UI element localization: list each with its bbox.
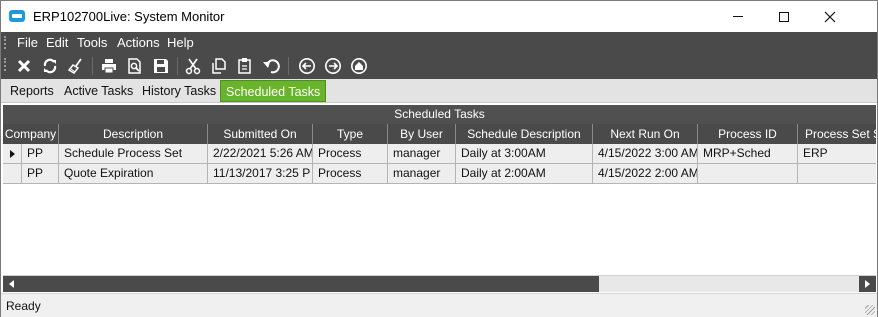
cell-company[interactable]: PP bbox=[22, 144, 59, 164]
clear-icon bbox=[67, 58, 82, 74]
scroll-left-button[interactable] bbox=[3, 276, 20, 292]
close-button[interactable] bbox=[807, 1, 853, 32]
column-header-company[interactable]: Company bbox=[3, 124, 59, 144]
toolbar-separator bbox=[288, 57, 289, 75]
save-icon bbox=[154, 59, 168, 73]
refresh-button[interactable] bbox=[38, 55, 62, 77]
cell-submitted-on[interactable]: 2/22/2021 5:26 AM bbox=[208, 144, 313, 164]
app-icon bbox=[9, 10, 25, 22]
table-row[interactable]: PP Schedule Process Set 2/22/2021 5:26 A… bbox=[3, 144, 876, 164]
title-bar: ERP102700Live: System Monitor bbox=[1, 1, 877, 32]
menu-tools[interactable]: Tools bbox=[77, 35, 107, 50]
menu-help[interactable]: Help bbox=[167, 35, 194, 50]
grid-title: Scheduled Tasks bbox=[3, 105, 876, 124]
menu-bar: File Edit Tools Actions Help bbox=[1, 32, 877, 53]
print-icon bbox=[102, 59, 116, 74]
home-button[interactable] bbox=[347, 55, 371, 77]
maximize-button[interactable] bbox=[761, 1, 807, 32]
cell-company[interactable]: PP bbox=[22, 164, 59, 184]
print-preview-button[interactable] bbox=[123, 55, 147, 77]
cell-next-run-on[interactable]: 4/15/2022 2:00 AM bbox=[593, 164, 698, 184]
scroll-right-button[interactable] bbox=[859, 276, 876, 292]
delete-icon bbox=[17, 59, 31, 73]
forward-button[interactable] bbox=[321, 55, 345, 77]
cell-process-id[interactable]: MRP+Sched bbox=[698, 144, 798, 164]
home-icon bbox=[351, 58, 367, 74]
toolbar-separator bbox=[92, 57, 93, 75]
cell-schedule-description[interactable]: Daily at 2:00AM bbox=[456, 164, 593, 184]
print-button[interactable] bbox=[97, 55, 121, 77]
undo-button[interactable] bbox=[259, 55, 283, 77]
status-bar: Ready bbox=[1, 293, 877, 317]
horizontal-scrollbar[interactable] bbox=[3, 275, 876, 292]
scheduled-tasks-grid: Company Description Submitted On Type By… bbox=[3, 124, 876, 274]
minimize-icon bbox=[733, 16, 743, 17]
cell-process-set[interactable] bbox=[798, 164, 876, 184]
paste-button[interactable] bbox=[233, 55, 257, 77]
cell-schedule-description[interactable]: Daily at 3:00AM bbox=[456, 144, 593, 164]
scrollbar-thumb[interactable] bbox=[20, 276, 599, 292]
tab-history-tasks[interactable]: History Tasks bbox=[142, 84, 216, 98]
column-header-schedule-description[interactable]: Schedule Description bbox=[456, 124, 593, 144]
status-text: Ready bbox=[6, 299, 41, 313]
column-header-process-set[interactable]: Process Set S bbox=[798, 124, 876, 144]
minimize-button[interactable] bbox=[715, 1, 761, 32]
cell-type[interactable]: Process bbox=[313, 144, 388, 164]
column-header-submitted-on[interactable]: Submitted On bbox=[208, 124, 313, 144]
cut-icon bbox=[185, 58, 201, 75]
copy-button[interactable] bbox=[207, 55, 231, 77]
window-title: ERP102700Live: System Monitor bbox=[33, 9, 225, 24]
menu-actions[interactable]: Actions bbox=[117, 35, 160, 50]
resize-grip[interactable] bbox=[865, 305, 875, 315]
column-header-process-id[interactable]: Process ID bbox=[698, 124, 798, 144]
cut-button[interactable] bbox=[181, 55, 205, 77]
cell-process-id[interactable] bbox=[698, 164, 798, 184]
row-selector[interactable] bbox=[3, 164, 22, 184]
tab-reports[interactable]: Reports bbox=[10, 84, 54, 98]
back-button[interactable] bbox=[295, 55, 319, 77]
refresh-icon bbox=[43, 58, 57, 74]
copy-icon bbox=[212, 58, 226, 74]
table-row[interactable]: PP Quote Expiration 11/13/2017 3:25 P Pr… bbox=[3, 164, 876, 184]
toolbar-grip bbox=[4, 58, 6, 71]
menu-edit[interactable]: Edit bbox=[46, 35, 68, 50]
cell-next-run-on[interactable]: 4/15/2022 3:00 AM bbox=[593, 144, 698, 164]
maximize-icon bbox=[779, 11, 789, 22]
column-header-by-user[interactable]: By User bbox=[388, 124, 456, 144]
cell-by-user[interactable]: manager bbox=[388, 144, 456, 164]
column-header-type[interactable]: Type bbox=[313, 124, 388, 144]
system-monitor-window: ERP102700Live: System Monitor File Edit … bbox=[0, 0, 878, 317]
tab-active-tasks[interactable]: Active Tasks bbox=[64, 84, 133, 98]
save-button[interactable] bbox=[149, 55, 173, 77]
current-row-arrow-icon bbox=[10, 150, 15, 158]
cell-process-set[interactable]: ERP bbox=[798, 144, 876, 164]
back-icon bbox=[299, 58, 315, 74]
cell-description[interactable]: Quote Expiration bbox=[59, 164, 208, 184]
tab-scheduled-tasks[interactable]: Scheduled Tasks bbox=[220, 80, 327, 102]
column-header-next-run-on[interactable]: Next Run On bbox=[593, 124, 698, 144]
menu-file[interactable]: File bbox=[17, 35, 38, 50]
cell-description[interactable]: Schedule Process Set bbox=[59, 144, 208, 164]
cell-submitted-on[interactable]: 11/13/2017 3:25 P bbox=[208, 164, 313, 184]
cell-type[interactable]: Process bbox=[313, 164, 388, 184]
scroll-right-icon bbox=[865, 280, 870, 288]
menu-grip bbox=[4, 36, 6, 49]
scroll-left-icon bbox=[9, 280, 14, 288]
cell-by-user[interactable]: manager bbox=[388, 164, 456, 184]
forward-icon bbox=[325, 58, 341, 74]
toolbar bbox=[1, 53, 877, 79]
task-tabs: Reports Active Tasks History Tasks Sched… bbox=[1, 79, 877, 103]
row-selector[interactable] bbox=[3, 144, 22, 164]
undo-icon bbox=[263, 59, 280, 74]
paste-icon bbox=[238, 58, 251, 74]
delete-button[interactable] bbox=[12, 55, 36, 77]
column-header-description[interactable]: Description bbox=[59, 124, 208, 144]
toolbar-separator bbox=[177, 57, 178, 75]
print-preview-icon bbox=[128, 58, 141, 74]
clear-button[interactable] bbox=[64, 55, 88, 77]
close-icon bbox=[824, 11, 836, 22]
